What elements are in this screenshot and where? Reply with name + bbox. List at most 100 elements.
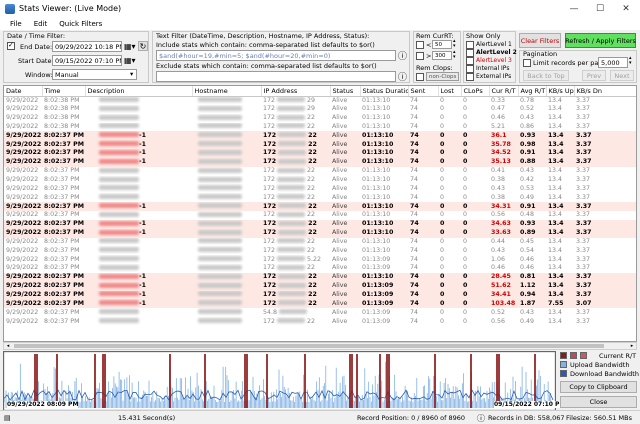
minimize-button[interactable]: — — [561, 0, 587, 17]
column-cur-rt[interactable]: Cur R/T — [489, 86, 519, 97]
lt-checkbox[interactable] — [416, 41, 424, 49]
start-date-input[interactable]: 09/15/2022 07:10 PM — [52, 55, 122, 66]
gt-value-input[interactable]: 300 — [432, 51, 452, 60]
clear-filters-button[interactable]: Clear Filters — [519, 33, 561, 48]
table-row[interactable]: 9/29/2022 8:02:37 PM -1 172 22 Alive 01:13:10 7… — [4, 219, 636, 229]
calendar-icon[interactable]: ▦▾ — [124, 56, 136, 65]
chevron-down-icon[interactable]: ▾ — [130, 70, 133, 78]
table-row[interactable]: 9/29/2022 8:02:38 PM 172 22 Alive 01:13:10 74 0… — [4, 123, 636, 132]
redacted-text — [277, 264, 306, 270]
table-row[interactable]: 9/29/2022 8:02:37 PM -1 172 22 Alive 01:13:10 7… — [4, 157, 636, 167]
table-row[interactable]: 9/29/2022 8:02:37 PM -1 172 22 Alive 01:13:09 7… — [4, 281, 636, 291]
column-hostname[interactable]: Hostname — [192, 86, 262, 97]
lt-value-input[interactable]: 50 — [432, 40, 452, 49]
table-row[interactable]: 9/29/2022 8:02:38 PM 172 22 Alive 01:13:10 74 0… — [4, 114, 636, 123]
exclude-input[interactable] — [156, 71, 396, 82]
table-row[interactable]: 9/29/2022 8:02:37 PM 172 22 Alive 01:13:10 74 0… — [4, 176, 636, 185]
menu-quick-filters[interactable]: Quick Filters — [59, 20, 102, 28]
limit-records-input[interactable]: 5,000 — [598, 57, 628, 68]
internal-ips-checkbox[interactable] — [466, 65, 474, 73]
column-description[interactable]: Description — [85, 86, 193, 97]
info-icon[interactable]: ⓘ — [398, 49, 407, 62]
table-row[interactable]: 9/29/2022 8:02:37 PM -1 172 22 Alive 01:13:10 7… — [4, 131, 636, 141]
column-status[interactable]: Status — [330, 86, 361, 97]
end-date-input[interactable]: 09/29/2022 10:18 PM — [52, 41, 122, 52]
cell-date: 9/29/2022 — [6, 176, 39, 184]
calendar-icon[interactable]: ▦▾ — [124, 42, 136, 51]
end-date-checkbox[interactable] — [7, 41, 15, 50]
grid-horizontal-scrollbar[interactable]: ◂ ▸ — [3, 342, 637, 350]
limit-records-checkbox[interactable] — [523, 59, 531, 67]
cell-kbs-dn: 3.37 — [576, 131, 592, 139]
menu-edit[interactable]: Edit — [34, 20, 48, 28]
cell-hostname — [192, 140, 261, 149]
redacted-text — [277, 114, 306, 120]
table-row[interactable]: 9/29/2022 8:02:37 PM 172 22 Alive 01:13:10 74 0… — [4, 211, 636, 220]
cell-description: -1 — [85, 202, 192, 211]
table-row[interactable]: 9/29/2022 8:02:38 PM 172 29 Alive 01:13:10 74 0… — [4, 96, 636, 105]
table-row[interactable]: 9/29/2022 8:02:38 PM 172 29 Alive 01:13:10 74 0… — [4, 105, 636, 114]
bandwidth-chart[interactable]: 09/29/2022 08:09 PM 09/15/2022 07:10 PM — [3, 351, 566, 411]
maximize-button[interactable]: ☐ — [587, 0, 613, 17]
table-row[interactable]: 9/29/2022 8:02:37 PM 172 22 Alive 01:13:10 74 0… — [4, 246, 636, 255]
table-row[interactable]: 9/29/2022 8:02:37 PM 172 22 Alive 01:13:10 74 0… — [4, 238, 636, 247]
column-time[interactable]: Time — [42, 86, 86, 97]
redacted-text — [198, 247, 242, 253]
table-row[interactable]: 9/29/2022 8:02:37 PM -1 172 22 Alive 01:13:10 7… — [4, 140, 636, 150]
column-date[interactable]: Date — [4, 86, 43, 97]
scroll-thumb[interactable] — [14, 344, 604, 348]
column-kbs-dn[interactable]: KB/s Dn — [574, 86, 636, 97]
clops-checkbox[interactable] — [416, 73, 424, 81]
scroll-left-icon[interactable]: ◂ — [4, 343, 12, 349]
cell-cur-rt: 0.47 — [491, 105, 506, 113]
redacted-text — [99, 105, 139, 111]
column-ip-address[interactable]: IP Address — [261, 86, 331, 97]
spin-arrows-icon[interactable]: ▴ ▾ — [453, 39, 456, 49]
window-select[interactable]: Manual — [52, 69, 137, 80]
column-sent[interactable]: Sent — [408, 86, 439, 97]
back-to-top-button[interactable]: Back to Top — [523, 70, 569, 81]
table-row[interactable]: 9/29/2022 8:02:37 PM 172 22 Alive 01:13:10 74 0… — [4, 184, 636, 193]
table-row[interactable]: 9/29/2022 8:02:37 PM 172 5.22 Alive 01:13:09 7… — [4, 255, 636, 264]
cell-status-duration: 01:13:10 — [362, 193, 391, 201]
table-row[interactable]: 9/29/2022 8:02:37 PM -1 172 22 Alive 01:13:10 7… — [4, 228, 636, 238]
close-button[interactable]: Close — [560, 396, 637, 408]
prev-page-button[interactable]: Prev — [582, 70, 606, 81]
spin-arrows-icon[interactable]: ▴ ▾ — [629, 56, 632, 66]
cell-description — [85, 211, 192, 220]
include-input[interactable]: $and(#hour=19,#min=5; $and(#hour=20,#min… — [156, 50, 396, 61]
column-clops[interactable]: CLoPs — [461, 86, 490, 97]
column-lost[interactable]: Lost — [438, 86, 462, 97]
scroll-right-icon[interactable]: ▸ — [628, 343, 636, 349]
table-row[interactable]: 9/29/2022 8:02:37 PM 54.8 Alive 01:13:09 74 0 0… — [4, 308, 636, 317]
clops-select[interactable]: non-Clops — [426, 72, 459, 81]
table-row[interactable]: 9/29/2022 8:02:37 PM 172 22 Alive 01:13:10 74 0… — [4, 193, 636, 202]
menu-file[interactable]: File — [10, 20, 22, 28]
refresh-apply-filters-button[interactable]: Refresh / Apply Filters — [565, 33, 636, 48]
alert-level-3-checkbox[interactable] — [466, 57, 474, 65]
table-row[interactable]: 9/29/2022 8:02:37 PM 172 22 Alive 01:13:09 74 0… — [4, 317, 636, 326]
next-page-button[interactable]: Next — [610, 70, 634, 81]
alert-level-1-checkbox[interactable] — [466, 41, 474, 49]
column-status-duration[interactable]: Status Duration — [360, 86, 409, 97]
info-icon[interactable]: ⓘ — [398, 70, 407, 83]
current-rt-marker — [102, 354, 106, 408]
close-window-button[interactable]: ✕ — [613, 0, 639, 17]
gt-checkbox[interactable] — [416, 52, 424, 60]
reset-icon[interactable]: ↻ — [138, 41, 148, 51]
alert-level-2-checkbox[interactable] — [466, 49, 474, 57]
cell-hostname — [192, 149, 261, 158]
table-row[interactable]: 9/29/2022 8:02:37 PM -1 172 22 Alive 01:13:10 7… — [4, 202, 636, 211]
spin-arrows-icon[interactable]: ▴ ▾ — [453, 50, 456, 60]
table-row[interactable]: 9/29/2022 8:02:37 PM -1 172 22 Alive 01:13:10 7… — [4, 272, 636, 282]
column-kbs-up[interactable]: KB/s Up — [546, 86, 575, 97]
copy-to-clipboard-button[interactable]: Copy to Clipboard — [560, 381, 637, 393]
column-avg-rt[interactable]: Avg R/T — [518, 86, 547, 97]
table-row[interactable]: 9/29/2022 8:02:37 PM 172 22 Alive 01:13:10 74 0… — [4, 167, 636, 176]
table-row[interactable]: 9/29/2022 8:02:37 PM -1 172 22 Alive 01:13:09 7… — [4, 290, 636, 300]
external-ips-checkbox[interactable] — [466, 73, 474, 81]
legend-swatch-download — [560, 370, 567, 377]
table-row[interactable]: 9/29/2022 8:02:37 PM -1 172 22 Alive 01:13:09 7… — [4, 299, 636, 309]
table-row[interactable]: 9/29/2022 8:02:37 PM -1 172 22 Alive 01:13:10 7… — [4, 149, 636, 158]
table-row[interactable]: 9/29/2022 8:02:37 PM 172 22 Alive 01:13:09 74 0… — [4, 264, 636, 273]
